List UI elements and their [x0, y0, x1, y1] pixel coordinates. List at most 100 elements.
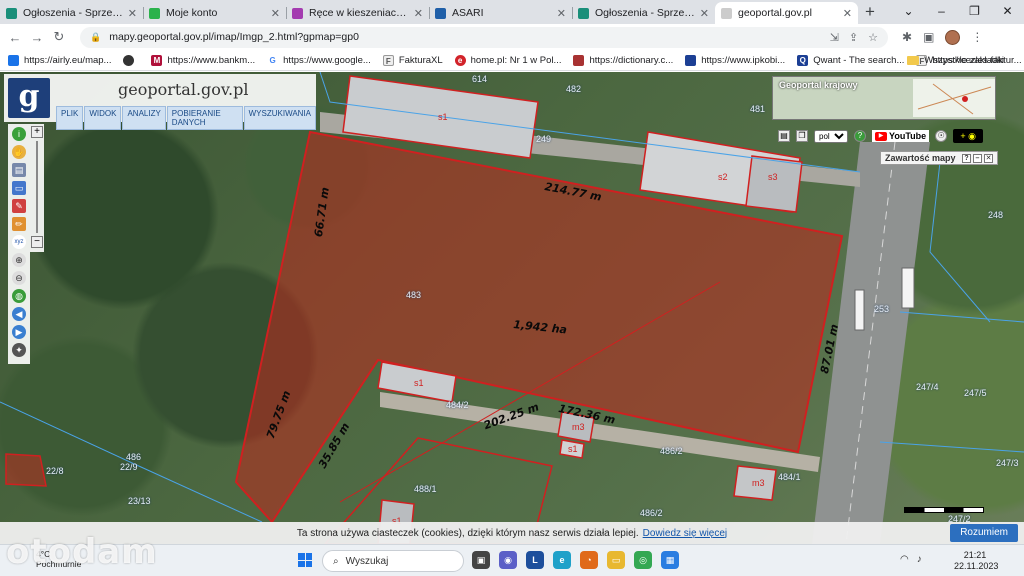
- youtube-button[interactable]: ▶ YouTube: [872, 130, 930, 142]
- language-select[interactable]: pol: [814, 129, 848, 143]
- zoom-minus-button[interactable]: −: [31, 236, 43, 248]
- building-s3[interactable]: [745, 155, 803, 213]
- cookie-accept-button[interactable]: Rozumiem: [950, 524, 1018, 542]
- bookmark-item[interactable]: Mhttps://www.bankm...: [151, 54, 255, 66]
- forward-icon[interactable]: →: [26, 30, 48, 45]
- legend-minimize-icon[interactable]: –: [973, 153, 982, 163]
- close-tab-icon[interactable]: ✕: [128, 7, 137, 20]
- overview-map[interactable]: [913, 79, 995, 117]
- task-view-icon[interactable]: ▣: [472, 551, 490, 569]
- firefox-icon[interactable]: ◔: [580, 551, 598, 569]
- legend-help-icon[interactable]: ?: [962, 153, 971, 163]
- store-icon[interactable]: ▦: [661, 551, 679, 569]
- bookmark-item[interactable]: F FakturaXL: [382, 54, 443, 66]
- install-icon[interactable]: ⇲: [830, 31, 839, 44]
- bookmark-item[interactable]: [123, 54, 139, 66]
- bookmark-item[interactable]: https://www.ipkobi...: [685, 54, 785, 66]
- parcel-number: 22/9: [120, 462, 138, 472]
- back-arrow-icon[interactable]: ◀: [12, 307, 26, 321]
- accessibility-icon[interactable]: ☉: [935, 130, 948, 142]
- bookmark-favicon-icon: G: [267, 54, 279, 66]
- zoom-in-icon[interactable]: ⊕: [12, 253, 26, 267]
- help-icon[interactable]: ?: [854, 130, 866, 142]
- copy-icon[interactable]: ❐: [796, 130, 808, 142]
- share-icon[interactable]: ⇪: [849, 31, 858, 44]
- zoom-slider[interactable]: + −: [30, 124, 44, 252]
- menu-analizy[interactable]: ANALIZY: [122, 106, 166, 130]
- l-app-icon[interactable]: L: [526, 551, 544, 569]
- minimize-icon[interactable]: –: [925, 0, 958, 24]
- all-bookmarks-folder[interactable]: Wszystkie zakładki: [907, 55, 1004, 66]
- map-viewport[interactable]: s1 s2 s3 s1 m3 s1 m3 s1 614 482 481 249 …: [0, 72, 1024, 544]
- tab-0[interactable]: Ogłoszenia - Sprzedam, ku ✕: [0, 2, 143, 24]
- reload-icon[interactable]: ↻: [48, 29, 70, 45]
- avatar[interactable]: [945, 29, 961, 45]
- site-info-icon[interactable]: 🔒: [90, 32, 101, 43]
- bookmark-item[interactable]: e home.pl: Nr 1 w Pol...: [454, 54, 561, 66]
- taskbar-search[interactable]: ⌕ Wyszukaj: [322, 550, 464, 572]
- zoom-out-icon[interactable]: ⊖: [12, 271, 26, 285]
- tab-5[interactable]: geoportal.gov.pl ✕: [715, 2, 858, 24]
- new-tab-button[interactable]: +: [858, 2, 882, 24]
- hand-icon[interactable]: ✋: [12, 145, 26, 159]
- chrome-icon[interactable]: ◎: [634, 551, 652, 569]
- globe-icon[interactable]: ◍: [12, 289, 26, 303]
- close-tab-icon[interactable]: ✕: [557, 7, 566, 20]
- forward-arrow-icon[interactable]: ▶: [12, 325, 26, 339]
- overview-panel[interactable]: Geoportal krajowy: [772, 76, 996, 120]
- tab-1[interactable]: Moje konto ✕: [143, 2, 286, 24]
- xyz-icon[interactable]: xyz: [12, 235, 26, 249]
- tab-search-icon[interactable]: ⌄: [892, 0, 925, 24]
- maximize-icon[interactable]: ❐: [958, 0, 991, 24]
- tab-title: geoportal.gov.pl: [738, 7, 812, 19]
- clock[interactable]: 21:21 22.11.2023: [954, 550, 998, 572]
- close-tab-icon[interactable]: ✕: [843, 7, 852, 20]
- close-tab-icon[interactable]: ✕: [414, 7, 423, 20]
- close-tab-icon[interactable]: ✕: [700, 7, 709, 20]
- bookmark-star-icon[interactable]: ☆: [868, 31, 878, 44]
- menu-pobieranie[interactable]: POBIERANIE DANYCH: [166, 106, 243, 130]
- tab-4[interactable]: Ogłoszenia - Sprzedam, ku ✕: [572, 2, 715, 24]
- tab-title: Ogłoszenia - Sprzedam, ku: [595, 7, 696, 19]
- side-panel-icon[interactable]: ▣: [923, 30, 934, 44]
- bookmark-item[interactable]: Q Qwant - The search...: [797, 54, 904, 66]
- bookmark-item[interactable]: https://dictionary.c...: [573, 54, 673, 66]
- bookmark-item[interactable]: https://airly.eu/map...: [8, 54, 111, 66]
- menu-plik[interactable]: PLIK: [56, 106, 84, 130]
- extensions-icon[interactable]: ✱: [902, 30, 912, 44]
- pencil-icon[interactable]: ✏: [12, 217, 26, 231]
- close-window-icon[interactable]: ✕: [991, 0, 1024, 24]
- url-text: mapy.geoportal.gov.pl/imap/Imgp_2.html?g…: [109, 31, 359, 43]
- tab-2[interactable]: Ręce w kieszeniach u Klecz ✕: [286, 2, 429, 24]
- draw-icon[interactable]: ✎: [12, 199, 26, 213]
- search-icon: ⌕: [333, 555, 339, 567]
- file-explorer-icon[interactable]: ▭: [607, 551, 625, 569]
- menu-wyszukiwania[interactable]: WYSZUKIWANIA: [243, 106, 316, 130]
- start-icon[interactable]: [298, 553, 312, 567]
- info-icon[interactable]: i: [12, 127, 26, 141]
- select-icon[interactable]: ▭: [12, 181, 26, 195]
- close-tab-icon[interactable]: ✕: [271, 7, 280, 20]
- cookie-more-link[interactable]: Dowiedz się więcej: [643, 528, 727, 539]
- wifi-icon[interactable]: ◠: [900, 554, 909, 565]
- geoportal-logo[interactable]: g: [8, 78, 50, 118]
- url-input[interactable]: 🔒 mapy.geoportal.gov.pl/imap/Imgp_2.html…: [80, 26, 888, 48]
- print-map-icon[interactable]: ▤: [778, 130, 790, 142]
- tab-3[interactable]: ASARI ✕: [429, 2, 572, 24]
- chat-icon[interactable]: ◉: [499, 551, 517, 569]
- menu-widok[interactable]: WIDOK: [84, 106, 122, 130]
- zoom-rail[interactable]: [36, 141, 38, 233]
- volume-icon[interactable]: ♪: [917, 554, 922, 565]
- map-legend-bar[interactable]: Zawartość mapy ? – ✕: [880, 151, 998, 165]
- legend-close-icon[interactable]: ✕: [984, 153, 993, 163]
- menu-icon[interactable]: ⋮: [971, 30, 983, 44]
- building-west[interactable]: [5, 453, 47, 487]
- truck: [901, 267, 915, 309]
- edge-icon[interactable]: e: [553, 551, 571, 569]
- settings-icon[interactable]: ✦: [12, 343, 26, 357]
- zoom-plus-button[interactable]: +: [31, 126, 43, 138]
- bookmark-item[interactable]: Ghttps://www.google...: [267, 54, 371, 66]
- contrast-toggle[interactable]: + ◉: [953, 129, 984, 143]
- back-icon[interactable]: ←: [4, 30, 26, 45]
- print-icon[interactable]: ▤: [12, 163, 26, 177]
